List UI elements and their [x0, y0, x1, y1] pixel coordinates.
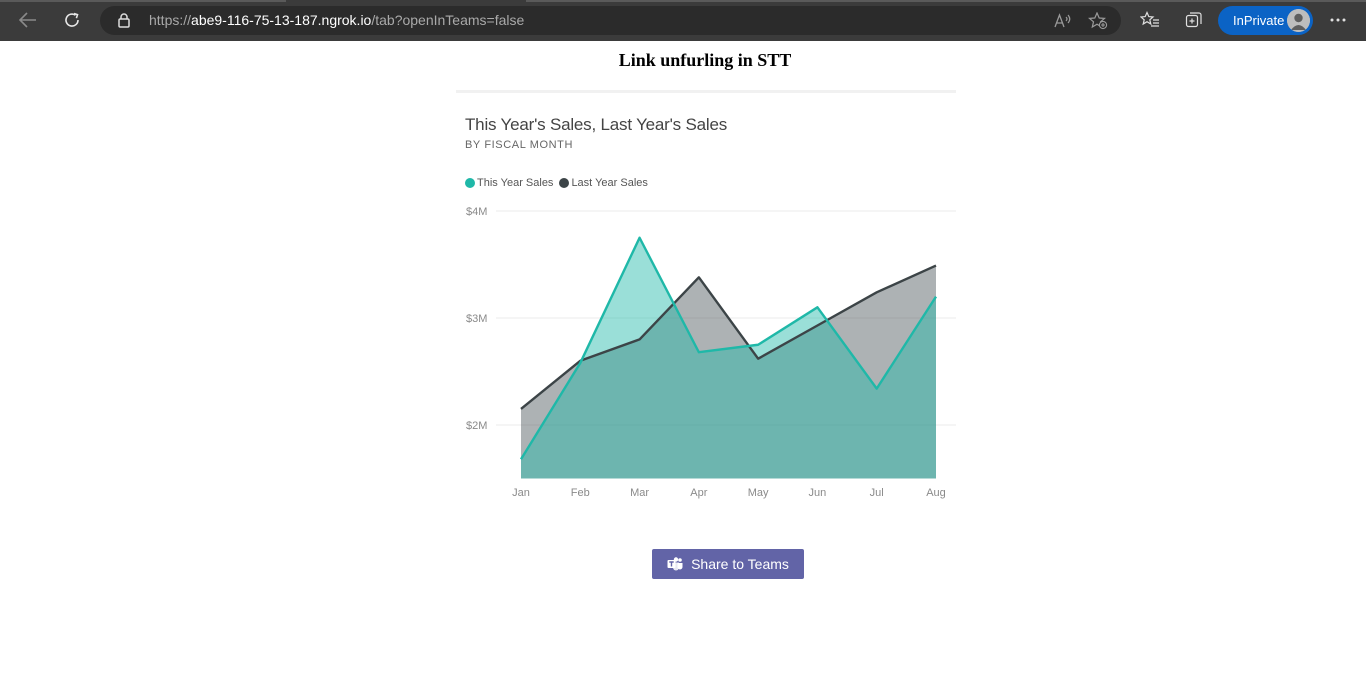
x-tick-label: Jan: [512, 487, 530, 499]
x-tick-label: Apr: [690, 487, 707, 499]
inprivate-label: InPrivate: [1233, 13, 1285, 28]
read-aloud-icon[interactable]: [1052, 10, 1074, 32]
lock-icon[interactable]: [118, 13, 130, 33]
x-tick-label: Jun: [809, 487, 827, 499]
share-to-teams-button[interactable]: Share to Teams: [652, 549, 804, 579]
share-button-label: Share to Teams: [691, 556, 789, 572]
url-path: /tab?openInTeams=false: [371, 12, 525, 28]
refresh-icon[interactable]: [57, 5, 87, 35]
back-icon[interactable]: [13, 5, 43, 35]
add-favorite-icon[interactable]: [1087, 10, 1109, 32]
y-tick-label: $4M: [466, 206, 487, 218]
tab-strip-edge: [526, 0, 1366, 2]
browser-toolbar: https://abe9-116-75-13-187.ngrok.io/tab?…: [0, 0, 1366, 41]
y-tick-label: $2M: [466, 420, 487, 432]
url-text[interactable]: https://abe9-116-75-13-187.ngrok.io/tab?…: [149, 13, 524, 28]
y-tick-label: $3M: [466, 313, 487, 325]
url-scheme: https://: [149, 12, 192, 28]
sales-chart-card: This Year's Sales, Last Year's Sales BY …: [456, 93, 966, 513]
url-host: abe9-116-75-13-187.ngrok.io: [191, 12, 372, 28]
favorites-icon[interactable]: [1135, 5, 1165, 35]
address-bar[interactable]: https://abe9-116-75-13-187.ngrok.io/tab?…: [100, 6, 1121, 35]
avatar: [1287, 9, 1310, 32]
x-tick-label: Mar: [630, 487, 649, 499]
page-title: Link unfurling in STT: [618, 50, 792, 70]
area-chart: $4M $3M $2M Jan Feb Mar Apr May Jun Jul Aug: [466, 206, 956, 499]
collections-icon[interactable]: [1179, 5, 1209, 35]
x-tick-label: Jul: [870, 487, 884, 499]
more-options-icon[interactable]: [1323, 5, 1353, 35]
teams-icon: [667, 557, 683, 571]
tab-strip-edge: [0, 0, 286, 2]
x-tick-label: Aug: [926, 487, 946, 499]
x-tick-label: May: [748, 487, 769, 499]
x-tick-label: Feb: [571, 487, 590, 499]
inprivate-button[interactable]: InPrivate: [1218, 6, 1313, 35]
